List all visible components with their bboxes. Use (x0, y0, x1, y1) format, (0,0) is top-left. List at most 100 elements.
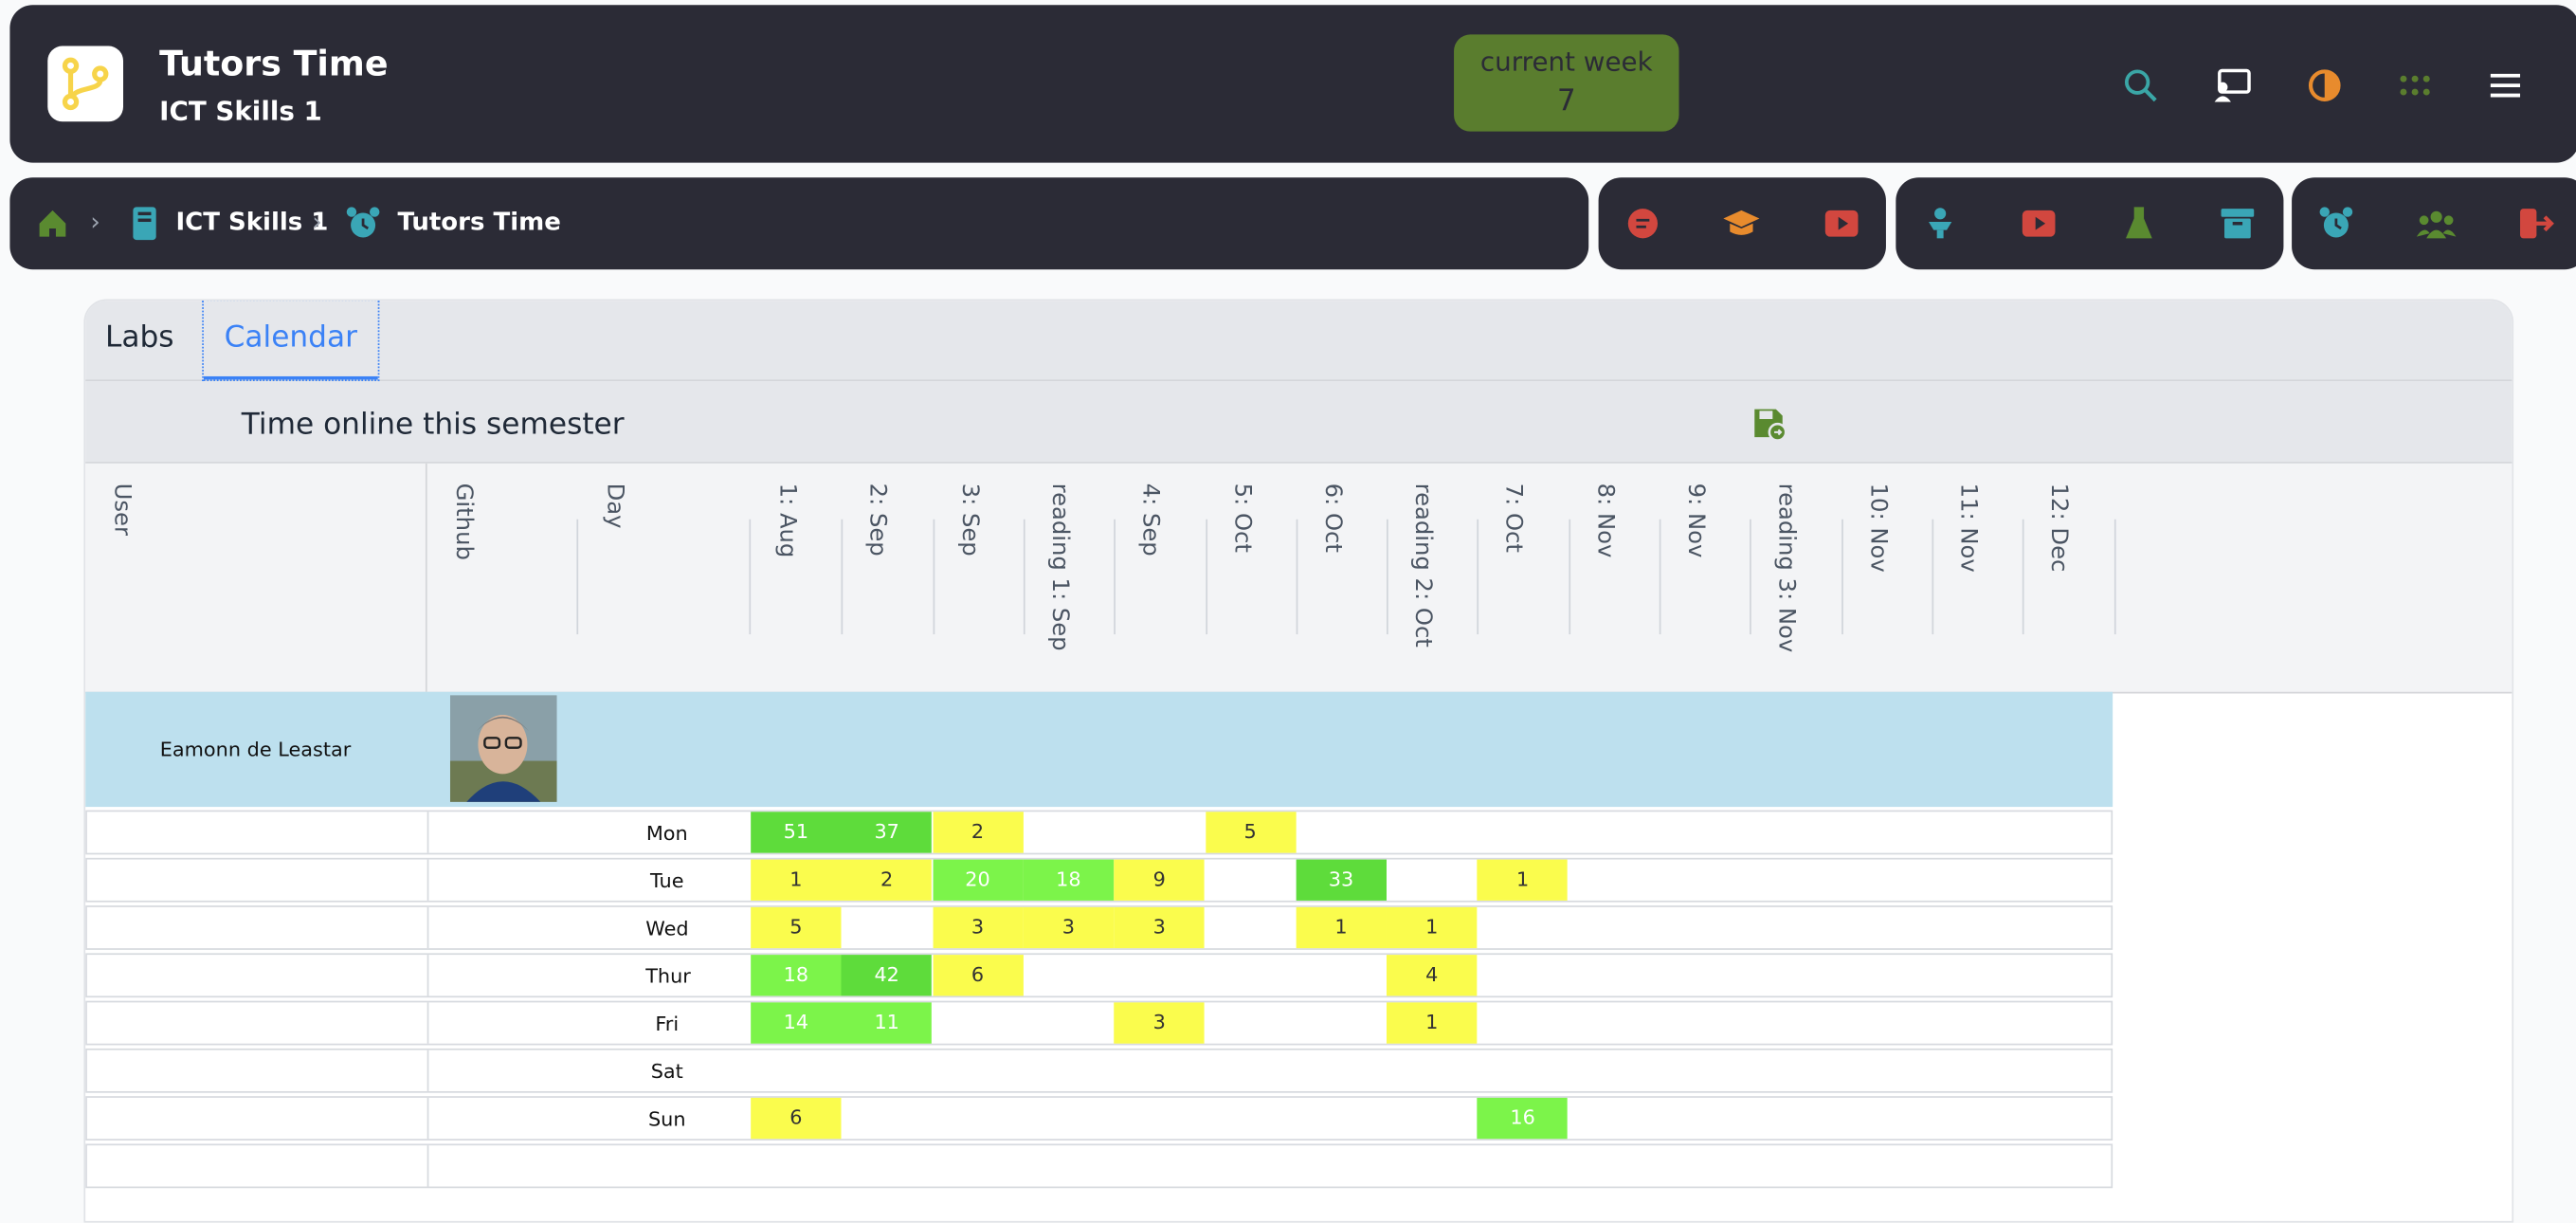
time-cell[interactable]: 37 (842, 812, 933, 853)
time-cell[interactable]: 2 (842, 859, 933, 901)
time-cell[interactable]: 42 (842, 955, 933, 996)
time-cell[interactable]: 1 (1387, 906, 1478, 949)
time-cell[interactable]: 1 (1387, 1002, 1478, 1044)
section-title: Time online this semester (241, 407, 625, 443)
table-row: Tue 1 2 20 18 9 33 1 (85, 857, 2113, 903)
presentation-icon[interactable] (2211, 64, 2254, 107)
time-cell[interactable]: 18 (1023, 859, 1115, 901)
column-header-week[interactable]: 12: Dec (2045, 484, 2078, 681)
column-header-row: User Github Day 1: Aug 2: Sep 3: Sep readin… (85, 463, 2513, 694)
day-label: Sun (647, 1107, 686, 1131)
time-cell[interactable]: 3 (932, 906, 1024, 949)
table-row: Fri 14 11 3 1 (85, 1000, 2113, 1046)
apps-grid-icon[interactable] (2394, 64, 2437, 107)
column-header-week[interactable]: 10: Nov (1864, 484, 1897, 681)
time-cell[interactable]: 20 (932, 859, 1024, 901)
current-week-value: 7 (1556, 83, 1576, 119)
search-icon[interactable] (2119, 64, 2162, 107)
column-header-user[interactable]: User (108, 484, 141, 681)
section-header: Time online this semester (85, 381, 2513, 464)
column-header-week[interactable]: 3: Sep (955, 484, 989, 681)
day-label: Sat (650, 1060, 683, 1084)
graduation-cap-icon[interactable] (1722, 204, 1762, 244)
user-name[interactable]: Eamonn de Leastar (85, 692, 426, 807)
time-cell[interactable]: 14 (751, 1002, 842, 1044)
tab-calendar[interactable]: Calendar (202, 301, 380, 382)
table-row: Sun 6 16 (85, 1096, 2113, 1141)
time-cell[interactable]: 1 (1296, 906, 1387, 949)
time-cell[interactable]: 5 (751, 906, 842, 949)
chevron-right-icon: › (312, 207, 322, 237)
tab-labs[interactable]: Labs (105, 301, 174, 379)
main-card: Labs Calendar Time online this semester … (83, 299, 2514, 1223)
git-branch-icon (62, 57, 109, 111)
course-book-icon[interactable] (125, 204, 165, 244)
table-row (85, 1143, 2113, 1189)
tutors-time-icon[interactable] (2316, 204, 2356, 244)
column-header-week[interactable]: 4: Sep (1137, 484, 1170, 681)
app-title: Tutors Time (159, 44, 389, 84)
time-cell[interactable]: 33 (1296, 859, 1387, 901)
column-header-github[interactable]: Github (450, 484, 483, 681)
column-header-week[interactable]: reading 3: Nov (1773, 484, 1806, 681)
flask-icon[interactable] (2119, 204, 2159, 244)
time-cell[interactable]: 5 (1205, 812, 1296, 853)
column-header-week[interactable]: 7: Oct (1500, 484, 1533, 681)
time-cell[interactable]: 1 (1478, 859, 1569, 901)
breadcrumb-page: Tutors Time (397, 207, 561, 237)
day-label: Fri (655, 1012, 680, 1036)
column-header-week[interactable]: 8: Nov (1591, 484, 1624, 681)
column-header-week[interactable]: reading 2: Oct (1409, 484, 1442, 681)
day-label: Thur (645, 964, 691, 988)
time-cell[interactable]: 16 (1478, 1097, 1569, 1140)
column-header-week[interactable]: 9: Nov (1682, 484, 1715, 681)
export-save-icon[interactable] (1751, 406, 1787, 448)
column-header-week[interactable]: 2: Sep (864, 484, 898, 681)
table-row: Wed 5 3 3 3 1 1 (85, 905, 2113, 950)
time-cell[interactable]: 4 (1387, 955, 1478, 996)
time-cell[interactable]: 51 (751, 812, 842, 853)
column-header-week[interactable]: 1: Aug (773, 484, 807, 681)
table-row: Thur 18 42 6 4 (85, 953, 2113, 998)
users-icon[interactable] (2416, 204, 2457, 244)
day-label: Tue (649, 868, 684, 893)
table-row: Sat (85, 1048, 2113, 1093)
time-cell[interactable]: 3 (1114, 1002, 1205, 1044)
lab-step-icon[interactable] (1920, 204, 1960, 244)
time-cell[interactable]: 2 (932, 812, 1024, 853)
video-icon[interactable] (2019, 204, 2059, 244)
app-root: Tutors Time ICT Skills 1 current week 7 … (0, 0, 2576, 1223)
time-cell[interactable]: 1 (751, 859, 842, 901)
column-header-week[interactable]: reading 1: Sep (1046, 484, 1079, 681)
time-cell[interactable]: 11 (842, 1002, 933, 1044)
video-icon[interactable] (1822, 204, 1861, 244)
alarm-clock-icon[interactable] (343, 204, 383, 244)
time-cell[interactable]: 3 (1023, 906, 1115, 949)
home-icon[interactable] (33, 204, 73, 244)
time-cell[interactable]: 6 (751, 1097, 842, 1140)
chat-icon[interactable] (1624, 204, 1663, 244)
column-header-week[interactable]: 11: Nov (1955, 484, 1988, 681)
time-cell[interactable]: 3 (1114, 906, 1205, 949)
top-bar: Tutors Time ICT Skills 1 current week 7 (9, 5, 2576, 163)
column-header-week[interactable]: 6: Oct (1319, 484, 1352, 681)
time-cell[interactable]: 6 (932, 955, 1024, 996)
app-logo[interactable] (47, 46, 124, 122)
column-header-week[interactable]: 5: Oct (1228, 484, 1261, 681)
time-cell[interactable]: 18 (751, 955, 842, 996)
app-subtitle: ICT Skills 1 (159, 95, 322, 127)
chevron-right-icon: › (90, 207, 100, 237)
avatar[interactable] (449, 695, 557, 802)
logout-icon[interactable] (2517, 204, 2557, 244)
time-cell[interactable]: 9 (1114, 859, 1205, 901)
column-header-day[interactable]: Day (601, 484, 634, 681)
theme-toggle-icon[interactable] (2303, 64, 2346, 107)
current-week-badge[interactable]: current week 7 (1454, 34, 1679, 132)
day-label: Wed (645, 917, 689, 940)
tab-bar: Labs Calendar (85, 301, 2513, 382)
archive-icon[interactable] (2218, 204, 2258, 244)
breadcrumb-course[interactable]: ICT Skills 1 (175, 207, 328, 236)
table-row: Mon 51 37 2 5 (85, 810, 2113, 855)
menu-icon[interactable] (2484, 64, 2527, 107)
current-week-label: current week (1479, 46, 1653, 78)
